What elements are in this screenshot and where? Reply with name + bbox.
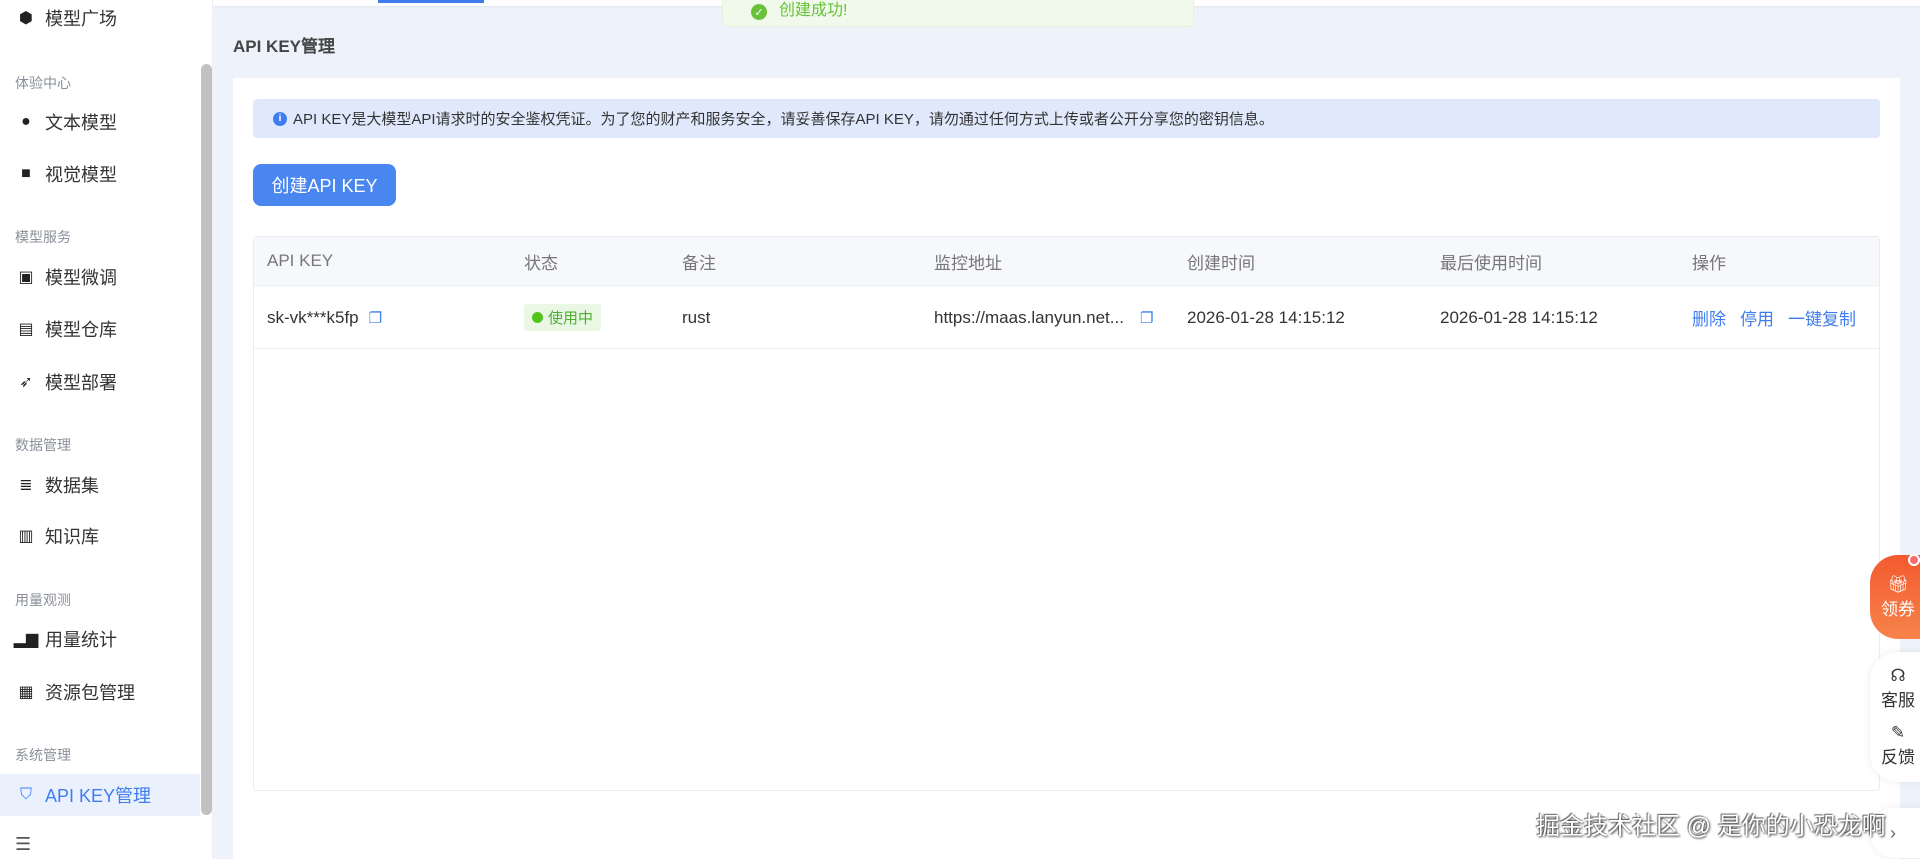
copy-icon[interactable]: ❐ [1140,309,1153,327]
sidebar-item-model-square[interactable]: ⬢ 模型广场 [0,0,200,39]
sidebar-item-finetune[interactable]: ▣ 模型微调 [0,256,200,298]
sidebar-item-model-repo[interactable]: ▤ 模型仓库 [0,308,200,350]
rocket-icon: ➶ [19,374,33,391]
shield-icon: ⛉ [19,786,32,803]
archive-icon: ▤ [18,321,34,338]
sidebar: ⬢ 模型广场 体验中心 ● 文本模型 ■ 视觉模型 模型服务 ▣ 模型微调 ▤ 模型仓库 … [0,0,213,859]
check-icon: ✓ [751,4,767,20]
group-label: 模型服务 [15,229,71,245]
column-header: 备注 [682,253,716,273]
cube-icon: ⬢ [19,10,33,27]
status-badge: 使用中 [524,304,602,331]
coupon-button[interactable]: 🎁︎ 领券 [1870,555,1920,639]
camera-icon: ■ [21,165,31,182]
collapse-menu-icon[interactable]: ☰ [15,834,31,855]
headset-icon: ☊ [1890,666,1906,685]
column-header: 创建时间 [1187,253,1255,273]
sidebar-item-vision-model[interactable]: ■ 视觉模型 [0,153,200,195]
feedback-button[interactable]: ✎ 反馈 [1881,723,1915,768]
column-header: 最后使用时间 [1440,253,1542,273]
create-api-key-button[interactable]: 创建API KEY [253,164,396,206]
column-header: 监控地址 [934,253,1002,273]
customer-service-button[interactable]: ☊ 客服 [1881,666,1915,711]
sidebar-item-resource-pack[interactable]: ▦ 资源包管理 [0,671,200,713]
sidebar-item-api-key[interactable]: ⛉ API KEY管理 [0,774,200,816]
column-header: 操作 [1692,253,1726,273]
active-tab-indicator [378,0,484,3]
copy-all-link[interactable]: 一键复制 [1788,305,1856,330]
api-key-value: sk-vk***k5fp [267,307,359,327]
api-key-table: API KEY 状态 备注 监控地址 创建时间 最后使用时间 操作 sk-vk*… [253,236,1880,791]
group-label: 数据管理 [15,437,71,453]
bar-chart-icon: ▂▆ [13,631,39,648]
group-label: 用量观测 [15,592,71,608]
column-header: 状态 [524,253,558,273]
watermark: 掘金技术社区 @ 是你的小恐龙啊 [1536,813,1886,840]
gift-icon: ▦ [18,684,34,701]
created-time: 2026-01-28 14:15:12 [1187,307,1345,327]
table-header: API KEY 状态 备注 监控地址 创建时间 最后使用时间 操作 [254,237,1879,286]
sliders-icon: ▣ [18,269,34,286]
copy-icon[interactable]: ❐ [369,309,382,327]
info-icon: i [273,111,287,126]
disable-link[interactable]: 停用 [1740,305,1774,330]
last-used-time: 2026-01-28 14:15:12 [1440,307,1598,327]
column-header: API KEY [267,251,334,270]
sidebar-item-dataset[interactable]: ≣ 数据集 [0,464,200,506]
book-icon: ▥ [18,528,34,545]
notification-dot [1908,554,1920,566]
group-label: 系统管理 [15,747,71,763]
sidebar-item-deploy[interactable]: ➶ 模型部署 [0,361,200,403]
float-panel: ☊ 客服 ✎ 反馈 [1870,652,1920,782]
monitor-url: https://maas.lanyun.net... [934,307,1124,327]
success-toast: ✓ 创建成功! [722,0,1194,27]
table-row: sk-vk***k5fp ❐ 使用中 rust https://maas.lany… [254,287,1879,349]
gift-icon: 🎁︎ [1887,574,1909,594]
sidebar-scrollbar[interactable] [201,64,212,815]
sidebar-item-text-model[interactable]: ● 文本模型 [0,101,200,143]
page-title: API KEY管理 [233,37,336,56]
info-notice: i API KEY是大模型API请求时的安全鉴权凭证。为了您的财产和服务安全，请妥… [253,99,1880,138]
remark: rust [682,307,711,327]
database-icon: ≣ [19,477,33,494]
chat-icon: ● [21,113,31,130]
pen-icon: ✎ [1890,723,1906,742]
delete-link[interactable]: 删除 [1692,305,1726,330]
group-label: 体验中心 [15,75,71,91]
sidebar-item-usage-stats[interactable]: ▂▆ 用量统计 [0,618,200,660]
sidebar-item-knowledge[interactable]: ▥ 知识库 [0,515,200,557]
chevron-right-icon: › [1890,822,1896,843]
